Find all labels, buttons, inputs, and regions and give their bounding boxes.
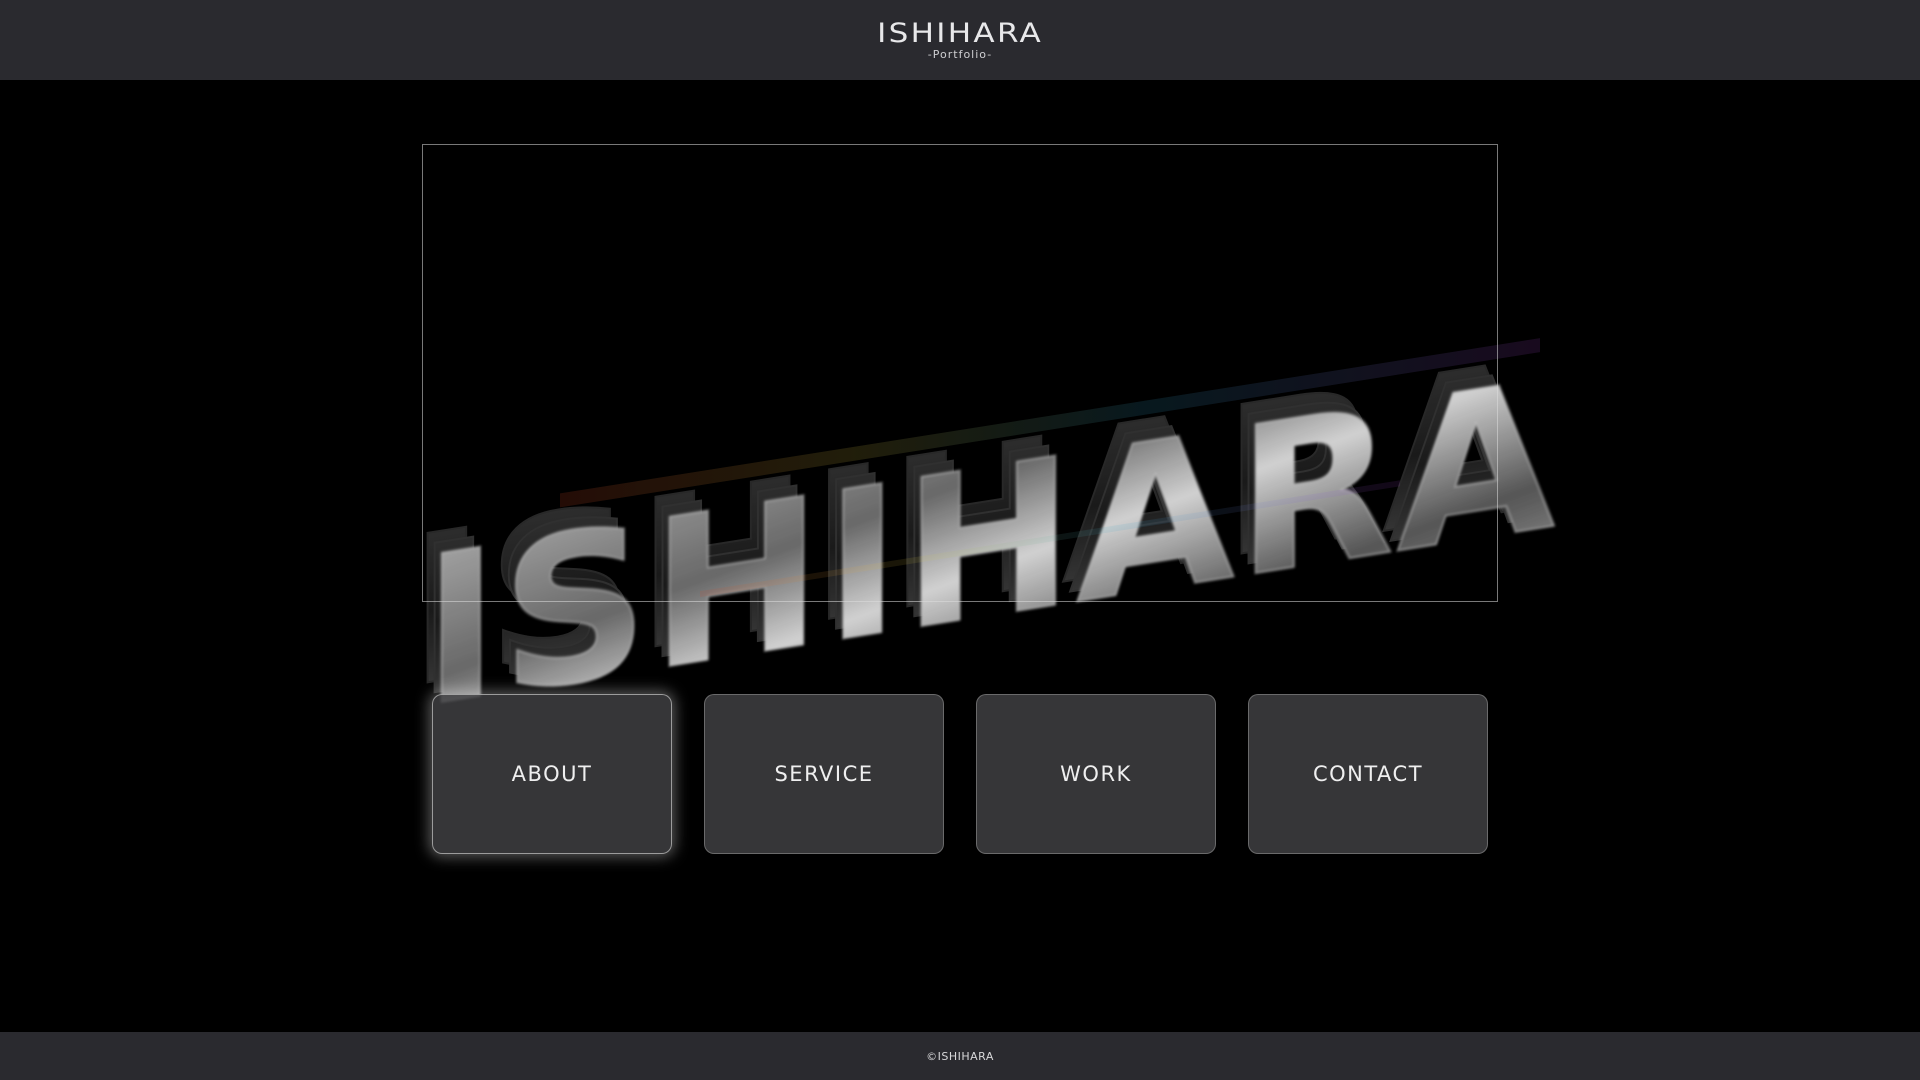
nav-service-button[interactable]: SERVICE [704, 694, 944, 854]
site-title[interactable]: ISHIHARA [877, 19, 1043, 48]
hero-frame [422, 144, 1498, 602]
hero-stage: ISHIHARA ISHIHARA ISHIHARA ABOUT SERVICE… [0, 80, 1920, 1032]
main-nav: ABOUT SERVICE WORK CONTACT [432, 694, 1490, 854]
site-subtitle: -Portfolio- [927, 47, 993, 61]
site-footer: ©ISHIHARA [0, 1032, 1920, 1080]
nav-work-button[interactable]: WORK [976, 694, 1216, 854]
copyright-text: ©ISHIHARA [926, 1049, 994, 1063]
site-header: ISHIHARA -Portfolio- [0, 0, 1920, 80]
nav-about-button[interactable]: ABOUT [432, 694, 672, 854]
nav-contact-button[interactable]: CONTACT [1248, 694, 1488, 854]
